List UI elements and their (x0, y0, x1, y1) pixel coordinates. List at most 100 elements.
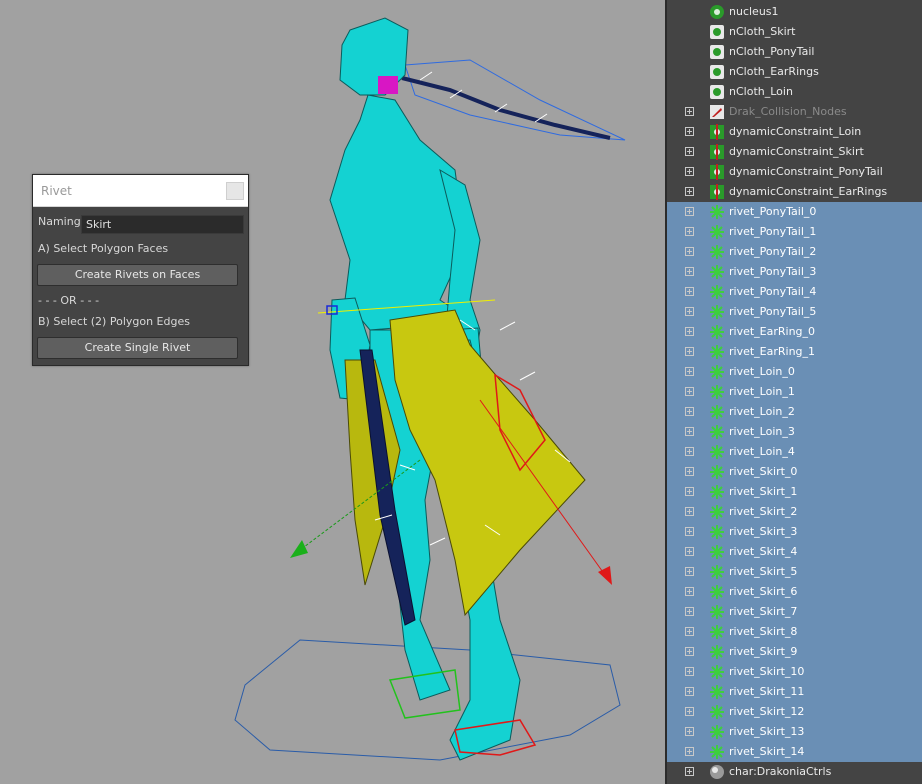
outliner-row[interactable]: rivet_Loin_2 (667, 402, 922, 422)
ncloth-icon (709, 24, 725, 40)
outliner-row[interactable]: rivet_Skirt_9 (667, 642, 922, 662)
expand-icon[interactable] (685, 667, 694, 676)
outliner-row[interactable]: rivet_Skirt_13 (667, 722, 922, 742)
outliner-row[interactable]: nCloth_Loin (667, 82, 922, 102)
outliner-row-label: rivet_Skirt_13 (729, 725, 805, 738)
expand-icon[interactable] (685, 687, 694, 696)
create-single-rivet-button[interactable]: Create Single Rivet (37, 337, 238, 359)
outliner-row[interactable]: rivet_PonyTail_0 (667, 202, 922, 222)
3d-viewport[interactable]: Rivet Naming: Skirt A) Select Polygon Fa… (0, 0, 665, 784)
expand-icon[interactable] (685, 387, 694, 396)
expand-icon[interactable] (685, 187, 694, 196)
outliner-row[interactable]: nucleus1 (667, 2, 922, 22)
expand-icon[interactable] (685, 367, 694, 376)
outliner-row-label: rivet_Loin_4 (729, 445, 795, 458)
expand-icon[interactable] (685, 147, 694, 156)
outliner-row[interactable]: dynamicConstraint_EarRings (667, 182, 922, 202)
naming-field[interactable]: Skirt (81, 215, 244, 234)
expand-icon[interactable] (685, 427, 694, 436)
character-scene (234, 17, 626, 761)
expand-icon[interactable] (685, 127, 694, 136)
expand-icon[interactable] (685, 707, 694, 716)
outliner-row-label: nCloth_Skirt (729, 25, 796, 38)
constraint-icon (709, 144, 725, 160)
expand-icon[interactable] (685, 527, 694, 536)
outliner-row[interactable]: dynamicConstraint_Skirt (667, 142, 922, 162)
locator-icon (709, 384, 725, 400)
locator-icon (709, 704, 725, 720)
outliner-row[interactable]: rivet_Skirt_4 (667, 542, 922, 562)
outliner-row[interactable]: rivet_Skirt_5 (667, 562, 922, 582)
expand-icon[interactable] (685, 467, 694, 476)
rivet-titlebar[interactable]: Rivet (33, 175, 248, 207)
create-rivets-on-faces-button[interactable]: Create Rivets on Faces (37, 264, 238, 286)
locator-icon (709, 724, 725, 740)
outliner-row[interactable]: rivet_Skirt_3 (667, 522, 922, 542)
outliner-row[interactable]: rivet_Loin_0 (667, 362, 922, 382)
outliner-row[interactable]: nCloth_PonyTail (667, 42, 922, 62)
outliner-row[interactable]: rivet_Skirt_11 (667, 682, 922, 702)
outliner-row[interactable]: rivet_Skirt_8 (667, 622, 922, 642)
expand-icon[interactable] (685, 327, 694, 336)
expand-icon[interactable] (685, 247, 694, 256)
outliner-row[interactable]: dynamicConstraint_Loin (667, 122, 922, 142)
locator-icon (709, 624, 725, 640)
outliner-row[interactable]: rivet_Skirt_0 (667, 462, 922, 482)
locator-icon (709, 424, 725, 440)
expand-icon[interactable] (685, 567, 694, 576)
outliner-row-label: rivet_Loin_1 (729, 385, 795, 398)
expand-icon[interactable] (685, 487, 694, 496)
outliner-row[interactable]: rivet_Skirt_12 (667, 702, 922, 722)
outliner-row[interactable]: rivet_PonyTail_2 (667, 242, 922, 262)
outliner-row[interactable]: rivet_PonyTail_1 (667, 222, 922, 242)
outliner-row[interactable]: rivet_Skirt_6 (667, 582, 922, 602)
expand-icon[interactable] (685, 447, 694, 456)
expand-icon[interactable] (685, 207, 694, 216)
locator-icon (709, 604, 725, 620)
expand-icon[interactable] (685, 407, 694, 416)
outliner-row[interactable]: rivet_Loin_1 (667, 382, 922, 402)
constraint-icon (709, 184, 725, 200)
close-icon[interactable] (226, 182, 244, 200)
expand-icon[interactable] (685, 727, 694, 736)
expand-icon[interactable] (685, 587, 694, 596)
outliner-row-label: rivet_Loin_3 (729, 425, 795, 438)
outliner-row-label: rivet_Skirt_5 (729, 565, 798, 578)
torso (329, 94, 466, 331)
expand-icon[interactable] (685, 547, 694, 556)
expand-icon[interactable] (685, 287, 694, 296)
outliner-row[interactable]: rivet_PonyTail_5 (667, 302, 922, 322)
expand-icon[interactable] (685, 227, 694, 236)
expand-icon[interactable] (685, 347, 694, 356)
expand-icon[interactable] (685, 507, 694, 516)
outliner-row[interactable]: nCloth_Skirt (667, 22, 922, 42)
outliner-row[interactable]: rivet_PonyTail_3 (667, 262, 922, 282)
locator-icon (709, 664, 725, 680)
outliner-row-label: rivet_Skirt_12 (729, 705, 805, 718)
outliner-row[interactable]: rivet_Skirt_10 (667, 662, 922, 682)
outliner-row[interactable]: Drak_Collision_Nodes (667, 102, 922, 122)
outliner-row[interactable]: rivet_Loin_4 (667, 442, 922, 462)
outliner-row[interactable]: nCloth_EarRings (667, 62, 922, 82)
expand-icon[interactable] (685, 307, 694, 316)
outliner-row[interactable]: char:DrakoniaCtrls (667, 762, 922, 782)
outliner-row[interactable]: rivet_Skirt_7 (667, 602, 922, 622)
expand-icon[interactable] (685, 607, 694, 616)
outliner-row[interactable]: rivet_EarRing_0 (667, 322, 922, 342)
expand-icon[interactable] (685, 267, 694, 276)
expand-icon[interactable] (685, 167, 694, 176)
outliner-row[interactable]: rivet_PonyTail_4 (667, 282, 922, 302)
expand-icon[interactable] (685, 627, 694, 636)
outliner-row[interactable]: rivet_Skirt_2 (667, 502, 922, 522)
outliner-row-label: dynamicConstraint_Skirt (729, 145, 864, 158)
outliner-row[interactable]: rivet_Loin_3 (667, 422, 922, 442)
outliner-row[interactable]: rivet_Skirt_14 (667, 742, 922, 762)
outliner-row-label: rivet_EarRing_1 (729, 345, 816, 358)
expand-icon[interactable] (685, 767, 694, 776)
expand-icon[interactable] (685, 747, 694, 756)
outliner-row[interactable]: rivet_EarRing_1 (667, 342, 922, 362)
outliner-row[interactable]: dynamicConstraint_PonyTail (667, 162, 922, 182)
expand-icon[interactable] (685, 647, 694, 656)
expand-icon[interactable] (685, 107, 694, 116)
outliner-row[interactable]: rivet_Skirt_1 (667, 482, 922, 502)
